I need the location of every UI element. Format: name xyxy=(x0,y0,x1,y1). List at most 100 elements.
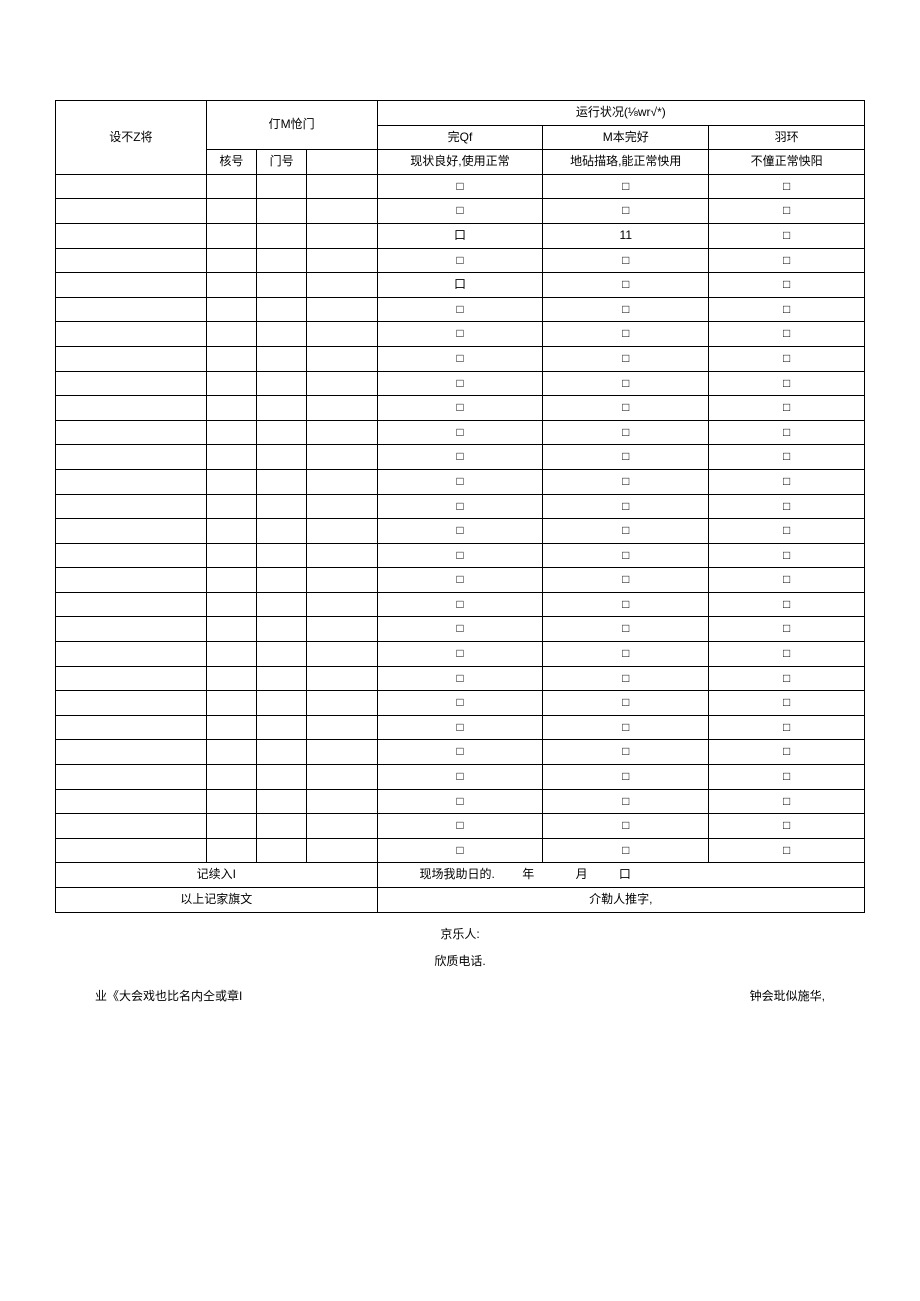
status-cell-c[interactable]: □ xyxy=(709,248,865,273)
empty-cell[interactable] xyxy=(206,765,256,790)
status-cell-b[interactable]: □ xyxy=(543,346,709,371)
status-cell-a[interactable]: □ xyxy=(377,691,543,716)
status-cell-b[interactable]: □ xyxy=(543,592,709,617)
empty-cell[interactable] xyxy=(206,691,256,716)
status-cell-b[interactable]: □ xyxy=(543,691,709,716)
status-cell-b[interactable]: □ xyxy=(543,420,709,445)
status-cell-c[interactable]: □ xyxy=(709,543,865,568)
status-cell-c[interactable]: □ xyxy=(709,765,865,790)
empty-cell[interactable] xyxy=(256,371,306,396)
empty-cell[interactable] xyxy=(307,617,377,642)
empty-cell[interactable] xyxy=(307,248,377,273)
status-cell-a[interactable]: □ xyxy=(377,371,543,396)
empty-cell[interactable] xyxy=(206,420,256,445)
status-cell-b[interactable]: □ xyxy=(543,494,709,519)
empty-cell[interactable] xyxy=(206,789,256,814)
status-cell-b[interactable]: □ xyxy=(543,740,709,765)
empty-cell[interactable] xyxy=(206,568,256,593)
status-cell-c[interactable]: □ xyxy=(709,814,865,839)
status-cell-a[interactable]: 口 xyxy=(377,223,543,248)
status-cell-b[interactable]: □ xyxy=(543,371,709,396)
status-cell-a[interactable]: □ xyxy=(377,346,543,371)
empty-cell[interactable] xyxy=(307,814,377,839)
empty-cell[interactable] xyxy=(307,715,377,740)
empty-cell[interactable] xyxy=(56,420,207,445)
status-cell-c[interactable]: □ xyxy=(709,223,865,248)
empty-cell[interactable] xyxy=(56,223,207,248)
status-cell-a[interactable]: □ xyxy=(377,396,543,421)
status-cell-a[interactable]: □ xyxy=(377,642,543,667)
status-cell-b[interactable]: □ xyxy=(543,617,709,642)
status-cell-a[interactable]: □ xyxy=(377,568,543,593)
status-cell-b[interactable]: □ xyxy=(543,715,709,740)
status-cell-a[interactable]: □ xyxy=(377,322,543,347)
empty-cell[interactable] xyxy=(56,396,207,421)
status-cell-c[interactable]: □ xyxy=(709,199,865,224)
status-cell-c[interactable]: □ xyxy=(709,420,865,445)
status-cell-b[interactable]: □ xyxy=(543,519,709,544)
status-cell-a[interactable]: □ xyxy=(377,445,543,470)
status-cell-a[interactable]: □ xyxy=(377,617,543,642)
status-cell-b[interactable]: □ xyxy=(543,396,709,421)
status-cell-a[interactable]: □ xyxy=(377,715,543,740)
status-cell-b[interactable]: □ xyxy=(543,568,709,593)
empty-cell[interactable] xyxy=(56,469,207,494)
status-cell-a[interactable]: □ xyxy=(377,666,543,691)
empty-cell[interactable] xyxy=(56,789,207,814)
empty-cell[interactable] xyxy=(307,592,377,617)
status-cell-b[interactable]: □ xyxy=(543,543,709,568)
status-cell-a[interactable]: □ xyxy=(377,297,543,322)
empty-cell[interactable] xyxy=(307,469,377,494)
status-cell-c[interactable]: □ xyxy=(709,174,865,199)
status-cell-c[interactable]: □ xyxy=(709,469,865,494)
empty-cell[interactable] xyxy=(206,396,256,421)
empty-cell[interactable] xyxy=(256,740,306,765)
empty-cell[interactable] xyxy=(256,838,306,863)
status-cell-c[interactable]: □ xyxy=(709,666,865,691)
empty-cell[interactable] xyxy=(56,715,207,740)
empty-cell[interactable] xyxy=(256,396,306,421)
status-cell-a[interactable]: □ xyxy=(377,420,543,445)
status-cell-b[interactable]: 11 xyxy=(543,223,709,248)
status-cell-c[interactable]: □ xyxy=(709,642,865,667)
empty-cell[interactable] xyxy=(256,814,306,839)
empty-cell[interactable] xyxy=(56,199,207,224)
empty-cell[interactable] xyxy=(206,248,256,273)
status-cell-c[interactable]: □ xyxy=(709,494,865,519)
empty-cell[interactable] xyxy=(206,543,256,568)
empty-cell[interactable] xyxy=(206,199,256,224)
status-cell-a[interactable]: □ xyxy=(377,765,543,790)
empty-cell[interactable] xyxy=(256,297,306,322)
empty-cell[interactable] xyxy=(256,666,306,691)
empty-cell[interactable] xyxy=(206,445,256,470)
empty-cell[interactable] xyxy=(256,519,306,544)
empty-cell[interactable] xyxy=(56,248,207,273)
status-cell-c[interactable]: □ xyxy=(709,740,865,765)
empty-cell[interactable] xyxy=(56,174,207,199)
empty-cell[interactable] xyxy=(206,715,256,740)
empty-cell[interactable] xyxy=(56,273,207,298)
status-cell-b[interactable]: □ xyxy=(543,838,709,863)
empty-cell[interactable] xyxy=(256,592,306,617)
empty-cell[interactable] xyxy=(256,420,306,445)
status-cell-a[interactable]: □ xyxy=(377,174,543,199)
empty-cell[interactable] xyxy=(56,445,207,470)
empty-cell[interactable] xyxy=(206,592,256,617)
empty-cell[interactable] xyxy=(256,543,306,568)
empty-cell[interactable] xyxy=(206,174,256,199)
empty-cell[interactable] xyxy=(307,396,377,421)
status-cell-a[interactable]: □ xyxy=(377,519,543,544)
status-cell-b[interactable]: □ xyxy=(543,273,709,298)
status-cell-b[interactable]: □ xyxy=(543,297,709,322)
status-cell-b[interactable]: □ xyxy=(543,814,709,839)
empty-cell[interactable] xyxy=(256,765,306,790)
empty-cell[interactable] xyxy=(256,248,306,273)
empty-cell[interactable] xyxy=(256,199,306,224)
status-cell-c[interactable]: □ xyxy=(709,371,865,396)
empty-cell[interactable] xyxy=(307,494,377,519)
empty-cell[interactable] xyxy=(256,322,306,347)
empty-cell[interactable] xyxy=(307,371,377,396)
empty-cell[interactable] xyxy=(56,322,207,347)
empty-cell[interactable] xyxy=(307,420,377,445)
empty-cell[interactable] xyxy=(206,322,256,347)
